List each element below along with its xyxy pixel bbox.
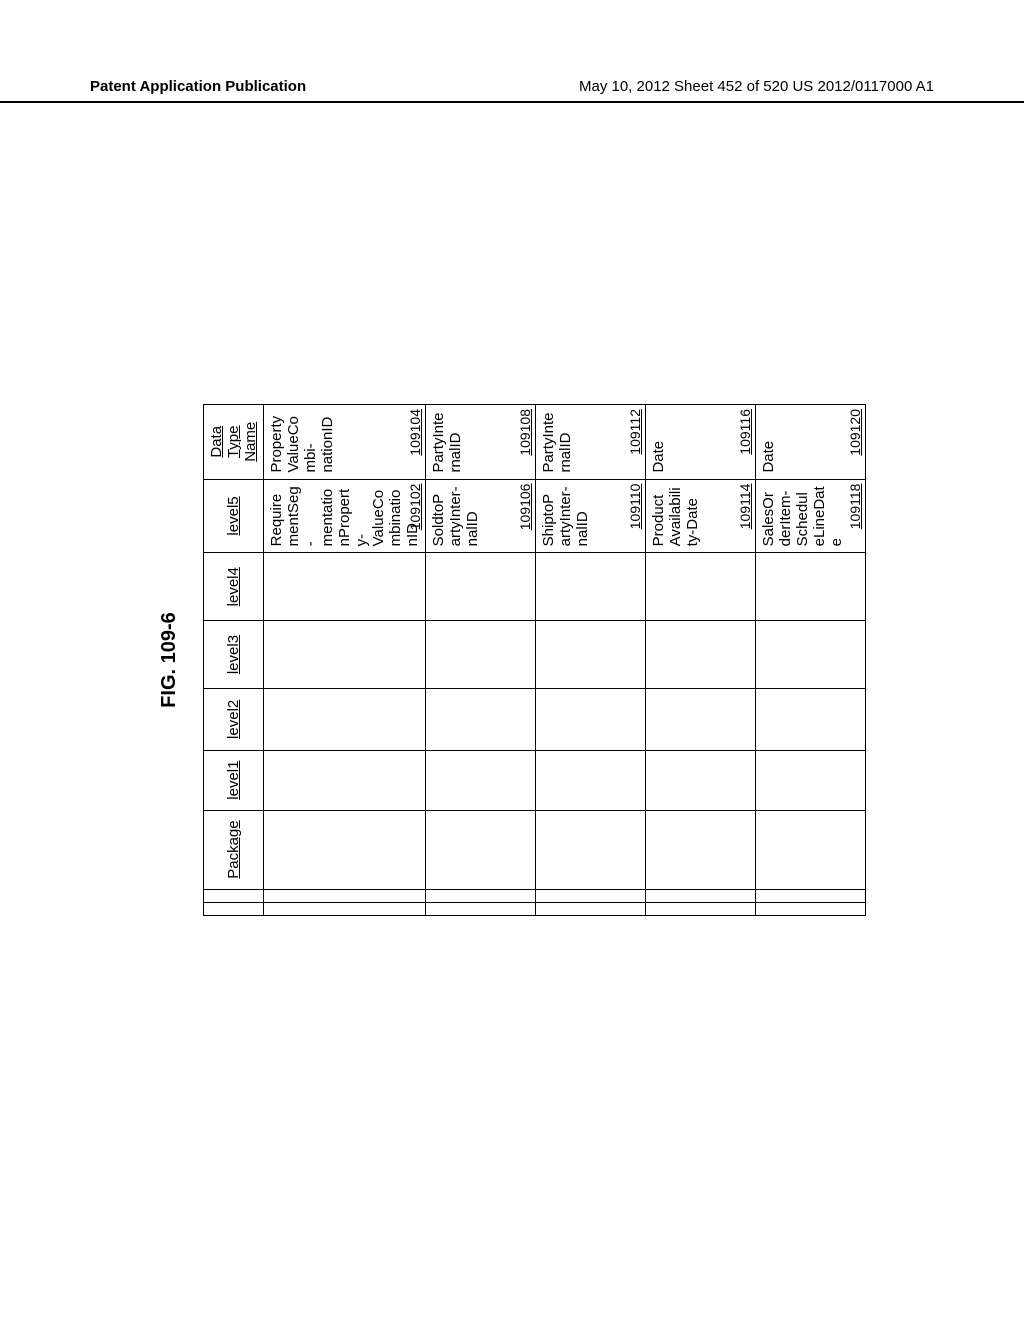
cell-level1 — [646, 750, 756, 810]
figure-caption: FIG. 109-6 — [158, 404, 181, 916]
cell-level2 — [426, 688, 536, 750]
table-header-row: Package level1 level2 level3 level4 leve… — [204, 405, 264, 916]
cell-level4 — [536, 553, 646, 621]
cell-ref: 109112 — [627, 409, 643, 455]
cell-leading-a — [646, 902, 756, 915]
col-leading-b — [204, 889, 264, 902]
cell-dtype: PartyInternalID 109112 — [536, 405, 646, 480]
cell-text: ProductAvailability-Date — [650, 487, 701, 546]
cell-leading-a — [756, 902, 866, 915]
cell-dtype: PropertyValueCombi-nationID 109104 — [264, 405, 426, 480]
cell-leading-b — [646, 889, 756, 902]
cell-level5: RequirementSeg-mentationProperty-ValueCo… — [264, 479, 426, 553]
cell-level2 — [264, 688, 426, 750]
cell-leading-b — [536, 889, 646, 902]
cell-ref: 109106 — [517, 484, 533, 531]
col-level3: level3 — [204, 621, 264, 689]
page-header: Patent Application Publication May 10, 2… — [0, 78, 1024, 103]
table-row: SalesOrderItem-ScheduleLineDate 109118 D… — [756, 405, 866, 916]
cell-level3 — [756, 621, 866, 689]
cell-level4 — [426, 553, 536, 621]
cell-text: Date — [650, 441, 667, 473]
cell-package — [264, 810, 426, 889]
cell-package — [646, 810, 756, 889]
col-level4: level4 — [204, 553, 264, 621]
cell-level5: SalesOrderItem-ScheduleLineDate 109118 — [756, 479, 866, 553]
cell-text: ShiptoPartyInter-nalID — [540, 486, 591, 546]
cell-ref: 109118 — [847, 484, 863, 530]
cell-package — [536, 810, 646, 889]
cell-leading-b — [264, 889, 426, 902]
cell-ref: 109120 — [847, 409, 863, 456]
cell-text: PropertyValueCombi-nationID — [268, 416, 336, 473]
cell-level2 — [646, 688, 756, 750]
cell-level5: SoldtoPartyInter-nalID 109106 — [426, 479, 536, 553]
cell-level4 — [646, 553, 756, 621]
cell-ref: 109114 — [737, 484, 753, 530]
col-leading-a — [204, 902, 264, 915]
col-level1: level1 — [204, 750, 264, 810]
cell-level3 — [264, 621, 426, 689]
col-package: Package — [204, 810, 264, 889]
cell-dtype: Date 109116 — [646, 405, 756, 480]
cell-text: RequirementSeg-mentationProperty-ValueCo… — [268, 486, 421, 546]
cell-level1 — [536, 750, 646, 810]
col-level2: level2 — [204, 688, 264, 750]
table-row: ProductAvailability-Date 109114 Date 109… — [646, 405, 756, 916]
col-dtype: Data Type Name — [204, 405, 264, 480]
cell-level1 — [756, 750, 866, 810]
cell-package — [426, 810, 536, 889]
table-row: RequirementSeg-mentationProperty-ValueCo… — [264, 405, 426, 916]
cell-leading-b — [756, 889, 866, 902]
col-level5: level5 — [204, 479, 264, 553]
cell-text: PartyInternalID — [540, 413, 574, 473]
cell-level3 — [536, 621, 646, 689]
cell-level2 — [536, 688, 646, 750]
cell-text: Date — [760, 441, 777, 473]
cell-ref: 109104 — [407, 409, 423, 456]
table-row: SoldtoPartyInter-nalID 109106 PartyInter… — [426, 405, 536, 916]
cell-ref: 109116 — [737, 409, 753, 455]
cell-leading-b — [426, 889, 536, 902]
cell-level5: ProductAvailability-Date 109114 — [646, 479, 756, 553]
cell-level3 — [426, 621, 536, 689]
cell-level2 — [756, 688, 866, 750]
cell-dtype: PartyInternalID 109108 — [426, 405, 536, 480]
header-right: May 10, 2012 Sheet 452 of 520 US 2012/01… — [579, 78, 934, 95]
cell-package — [756, 810, 866, 889]
header-left: Patent Application Publication — [90, 78, 306, 95]
cell-ref: 109110 — [627, 484, 643, 530]
table-row: ShiptoPartyInter-nalID 109110 PartyInter… — [536, 405, 646, 916]
cell-leading-a — [536, 902, 646, 915]
cell-text: SoldtoPartyInter-nalID — [430, 486, 481, 546]
cell-text: PartyInternalID — [430, 413, 464, 473]
cell-leading-a — [264, 902, 426, 915]
cell-ref: 109102 — [407, 484, 423, 531]
cell-ref: 109108 — [517, 409, 533, 456]
cell-level3 — [646, 621, 756, 689]
cell-level4 — [756, 553, 866, 621]
figure-109-6: FIG. 109-6 Package level1 level2 level3 … — [158, 404, 866, 916]
cell-level1 — [264, 750, 426, 810]
data-table: Package level1 level2 level3 level4 leve… — [203, 404, 866, 916]
cell-level1 — [426, 750, 536, 810]
cell-dtype: Date 109120 — [756, 405, 866, 480]
cell-text: SalesOrderItem-ScheduleLineDate — [760, 486, 845, 546]
cell-level5: ShiptoPartyInter-nalID 109110 — [536, 479, 646, 553]
cell-leading-a — [426, 902, 536, 915]
cell-level4 — [264, 553, 426, 621]
